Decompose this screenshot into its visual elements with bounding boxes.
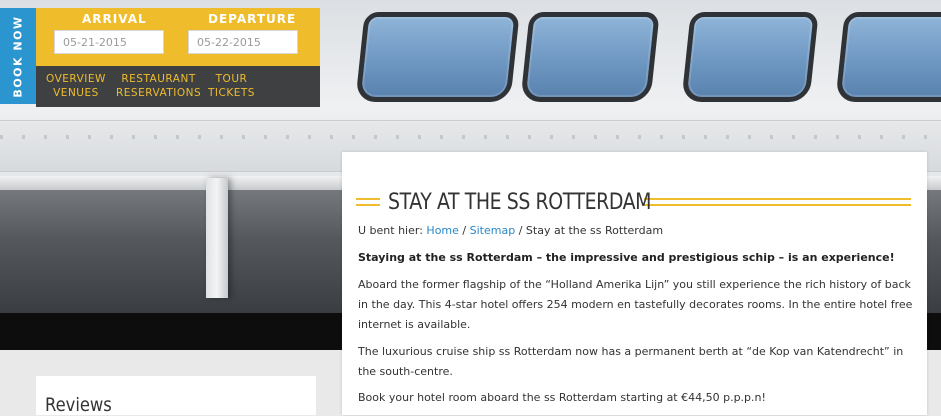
- ship-window: [835, 12, 941, 102]
- nav-tour-tickets[interactable]: TOUR TICKETS: [208, 72, 255, 100]
- nav-line: RESERVATIONS: [116, 87, 202, 99]
- ship-window: [355, 12, 520, 102]
- departure-date-input[interactable]: 05-22-2015: [188, 30, 298, 54]
- departure-label: DEPARTURE: [208, 12, 297, 26]
- book-now-label: BOOK NOW: [11, 14, 25, 98]
- arrival-date-input[interactable]: 05-21-2015: [54, 30, 164, 54]
- breadcrumb-separator: /: [462, 224, 467, 237]
- arrival-label: ARRIVAL: [82, 12, 147, 26]
- book-now-tab[interactable]: BOOK NOW: [0, 8, 36, 104]
- nav-overview-venues[interactable]: OVERVIEW VENUES: [46, 72, 106, 100]
- hull-rivets: [0, 135, 941, 139]
- booking-form: ARRIVAL DEPARTURE 05-21-2015 05-22-2015: [36, 8, 320, 66]
- breadcrumb-current: Stay at the ss Rotterdam: [525, 224, 664, 237]
- breadcrumb: U bent hier: Home / Sitemap / Stay at th…: [358, 224, 663, 237]
- breadcrumb-separator: /: [518, 224, 523, 237]
- title-rule: [356, 198, 380, 206]
- paragraph: Book your hotel room aboard the ss Rotte…: [358, 391, 766, 404]
- nav-line: TOUR: [215, 73, 248, 85]
- hull-beam: [206, 178, 228, 298]
- reviews-title: Reviews: [45, 394, 112, 416]
- title-rule: [644, 198, 911, 206]
- title-row: STAY AT THE SS ROTTERDAM: [356, 182, 911, 222]
- nav-line: OVERVIEW: [46, 73, 106, 85]
- reviews-panel: Reviews: [36, 376, 316, 416]
- nav-line: RESTAURANT: [121, 73, 196, 85]
- paragraph: Aboard the former flagship of the “Holla…: [358, 278, 913, 331]
- nav-line: VENUES: [53, 87, 99, 99]
- breadcrumb-prefix: U bent hier:: [358, 224, 423, 237]
- nav-restaurant-reservations[interactable]: RESTAURANT RESERVATIONS: [116, 72, 201, 100]
- page-title: STAY AT THE SS ROTTERDAM: [388, 189, 652, 215]
- nav-line: TICKETS: [208, 87, 255, 99]
- breadcrumb-home-link[interactable]: Home: [426, 224, 458, 237]
- content-card: STAY AT THE SS ROTTERDAM U bent hier: Ho…: [342, 152, 927, 415]
- quick-nav: OVERVIEW VENUES RESTAURANT RESERVATIONS …: [36, 66, 320, 107]
- intro-text: Staying at the ss Rotterdam – the impres…: [358, 251, 895, 264]
- breadcrumb-sitemap-link[interactable]: Sitemap: [470, 224, 516, 237]
- ship-window: [681, 12, 819, 102]
- paragraph: The luxurious cruise ship ss Rotterdam n…: [358, 345, 904, 378]
- ship-window: [520, 12, 660, 102]
